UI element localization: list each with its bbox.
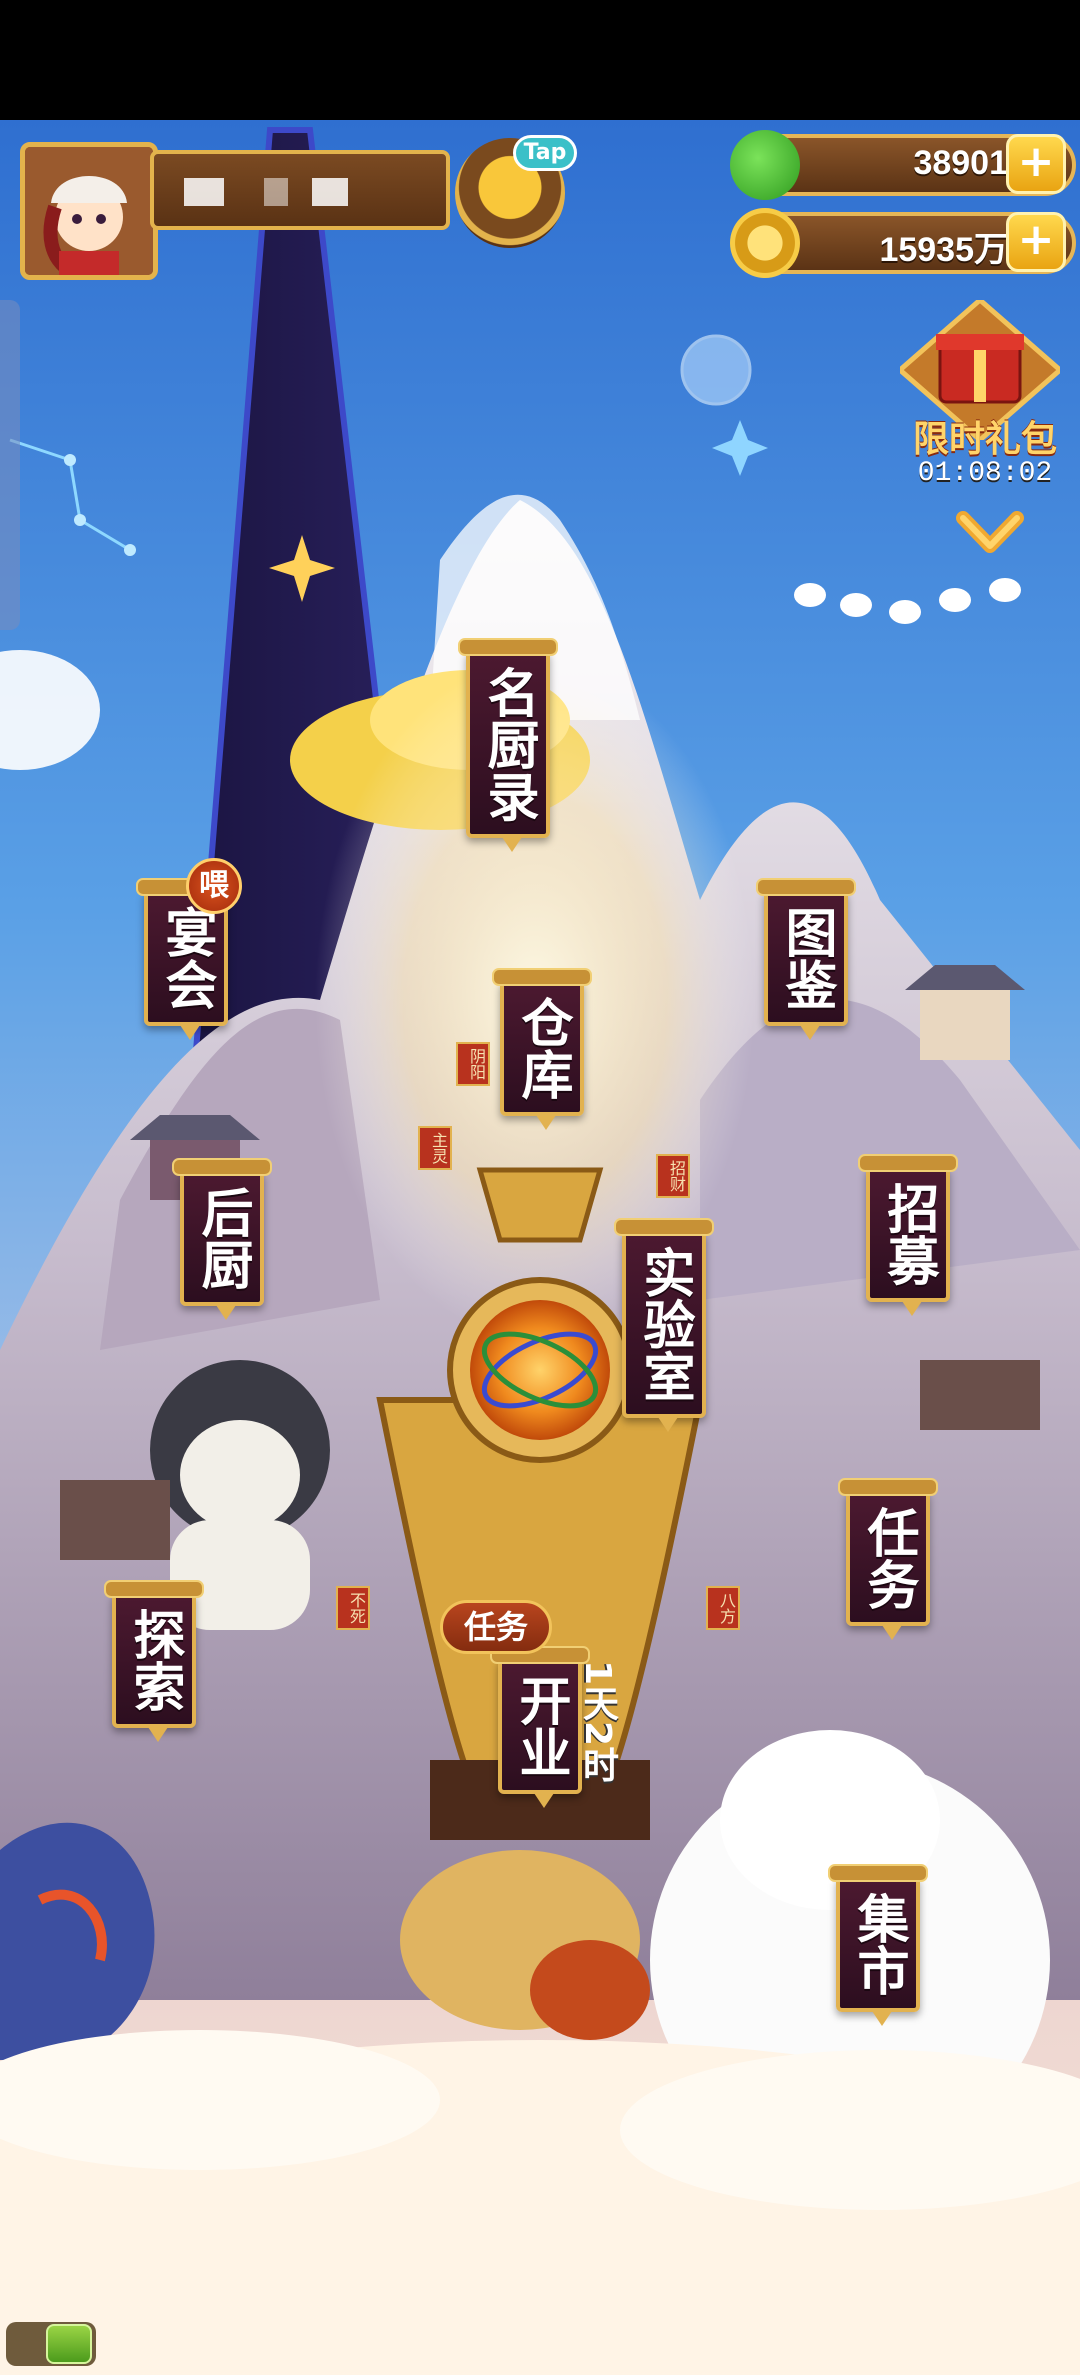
banner-label: 开业: [510, 1674, 570, 1778]
banner-codex[interactable]: 图鉴: [756, 878, 856, 1040]
open-business-task-pill[interactable]: 任务: [440, 1600, 552, 1654]
banner-label: 后厨: [192, 1186, 252, 1290]
banner-label: 任务: [858, 1506, 918, 1610]
banner-label: 宴会: [156, 906, 216, 1010]
status-bar-area: [0, 0, 1080, 120]
banner-explore[interactable]: 探索: [104, 1580, 204, 1742]
banner-open-business[interactable]: 开业: [490, 1646, 590, 1808]
banner-market[interactable]: 集市: [828, 1864, 928, 2026]
banner-label: 探索: [124, 1608, 184, 1712]
gift-pack-label[interactable]: 限时礼包: [905, 410, 1065, 462]
bottom-toggle-knob[interactable]: [46, 2324, 92, 2364]
coin-icon: [730, 208, 800, 278]
banner-warehouse[interactable]: 仓库: [492, 968, 592, 1130]
player-avatar[interactable]: [20, 142, 158, 280]
banner-chef-records[interactable]: 名厨录: [458, 638, 558, 852]
banquet-notification-badge: 喂: [186, 858, 242, 914]
add-gems-button[interactable]: +: [1006, 134, 1066, 194]
banner-label: 图鉴: [776, 906, 836, 1010]
banner-label: 仓库: [512, 996, 572, 1100]
side-drawer-handle[interactable]: [0, 300, 20, 630]
plaque-yinyang: 阴阳: [456, 1042, 490, 1086]
banner-label: 名厨录: [478, 666, 538, 822]
name-obscured: [184, 178, 224, 206]
gem-count: 38901: [913, 144, 1008, 182]
plaque-zhaocai: 招财: [656, 1154, 690, 1198]
banner-tasks[interactable]: 任务: [838, 1478, 938, 1640]
tap-badge: Tap: [513, 135, 577, 171]
player-name-bar: [150, 150, 450, 230]
chef-avatar-icon: [25, 147, 153, 275]
banner-back-kitchen[interactable]: 后厨: [172, 1158, 272, 1320]
plaque-bafang: 八方: [706, 1586, 740, 1630]
banner-label: 实验室: [634, 1246, 694, 1402]
banner-recruit[interactable]: 招募: [858, 1154, 958, 1316]
gift-pack-timer: 01:08:02: [917, 458, 1053, 489]
plaque-busi: 不死: [336, 1586, 370, 1630]
chevron-down-icon[interactable]: [955, 508, 1025, 560]
add-coins-button[interactable]: +: [1006, 212, 1066, 272]
green-gem-icon: [730, 130, 800, 200]
banner-label: 集市: [848, 1892, 908, 1996]
banner-laboratory[interactable]: 实验室: [614, 1218, 714, 1432]
banner-label: 招募: [878, 1182, 938, 1286]
open-business-countdown: 1天2时: [577, 1660, 618, 1783]
coin-count: 15935万: [879, 231, 1008, 269]
plaque-zhuling: 主灵: [418, 1126, 452, 1170]
